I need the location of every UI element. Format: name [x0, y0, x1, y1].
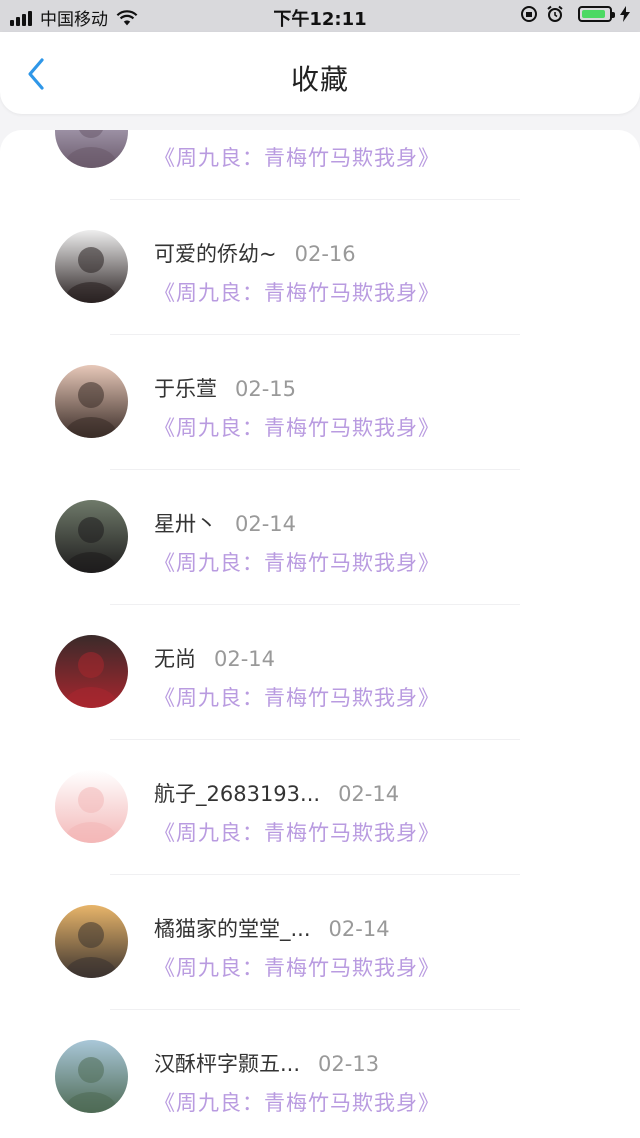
item-header: 无尚 02-14 [154, 643, 275, 673]
battery-level [582, 10, 605, 18]
list-item[interactable]: 可爱的侨幼~ 02-16 《周九良：青梅竹马欺我身》 [0, 200, 640, 335]
book-title-link[interactable]: 《周九良：青梅竹马欺我身》 [154, 277, 440, 307]
item-date: 02-14 [338, 782, 400, 806]
book-title-link[interactable]: 《周九良：青梅竹马欺我身》 [154, 682, 440, 712]
nav-header: 收藏 [0, 32, 640, 114]
username[interactable]: 于乐萱 [154, 377, 217, 401]
username[interactable]: 橘猫家的堂堂_... [154, 917, 311, 941]
avatar-image [55, 770, 128, 843]
page-title: 收藏 [290, 63, 349, 96]
list-item[interactable]: 于乐萱 02-15 《周九良：青梅竹马欺我身》 [0, 335, 640, 470]
item-date: 02-14 [235, 512, 297, 536]
charging-icon [620, 6, 630, 22]
item-header: 汉酥枰字颢五... 02-13 [154, 1048, 379, 1078]
avatar[interactable] [55, 770, 128, 843]
username[interactable]: 汉酥枰字颢五... [154, 1052, 300, 1076]
book-title-link[interactable]: 《周九良：青梅竹马欺我身》 [154, 1087, 440, 1117]
battery-icon [578, 6, 615, 22]
list-item[interactable]: 无尚 02-14 《周九良：青梅竹马欺我身》 [0, 605, 640, 740]
avatar-image [55, 500, 128, 573]
avatar-image [55, 130, 128, 168]
username[interactable]: 可爱的侨幼~ [154, 242, 277, 266]
avatar[interactable] [55, 365, 128, 438]
status-bar: 中国移动 下午12:11 [0, 0, 640, 32]
item-date: 02-15 [235, 377, 297, 401]
book-title-link[interactable]: 《周九良：青梅竹马欺我身》 [154, 142, 440, 172]
orientation-lock-icon [521, 6, 537, 22]
avatar[interactable] [55, 905, 128, 978]
item-header: 可爱的侨幼~ 02-16 [154, 238, 356, 268]
username[interactable]: 航子_2683193... [154, 782, 320, 806]
alarm-icon [547, 5, 563, 22]
list-item[interactable]: 星卅丶 02-14 《周九良：青梅竹马欺我身》 [0, 470, 640, 605]
item-header: 星卅丶 02-14 [154, 508, 296, 538]
list-item[interactable]: Hquenn02-16《周九良：青梅竹马欺我身》 [0, 130, 640, 200]
item-header: 航子_2683193... 02-14 [154, 778, 399, 808]
list-item[interactable]: 汉酥枰字颢五... 02-13 《周九良：青梅竹马欺我身》 [0, 1010, 640, 1138]
book-title-link[interactable]: 《周九良：青梅竹马欺我身》 [154, 817, 440, 847]
avatar[interactable] [55, 635, 128, 708]
username[interactable]: 无尚 [154, 647, 196, 671]
item-date: 02-14 [328, 917, 390, 941]
avatar-image [55, 230, 128, 303]
book-title-link[interactable]: 《周九良：青梅竹马欺我身》 [154, 952, 440, 982]
avatar-image [55, 905, 128, 978]
favorites-list[interactable]: Hquenn02-16《周九良：青梅竹马欺我身》可爱的侨幼~ 02-16 《周九良：… [0, 130, 640, 1138]
item-header: 于乐萱 02-15 [154, 373, 296, 403]
avatar[interactable] [55, 130, 128, 168]
item-header: 橘猫家的堂堂_... 02-14 [154, 913, 390, 943]
status-right [512, 5, 630, 23]
item-date: 02-16 [294, 242, 356, 266]
avatar[interactable] [55, 230, 128, 303]
book-title-link[interactable]: 《周九良：青梅竹马欺我身》 [154, 547, 440, 577]
avatar-image [55, 1040, 128, 1113]
avatar[interactable] [55, 500, 128, 573]
book-title-link[interactable]: 《周九良：青梅竹马欺我身》 [154, 412, 440, 442]
item-date: 02-14 [214, 647, 276, 671]
avatar[interactable] [55, 1040, 128, 1113]
list-item[interactable]: 航子_2683193... 02-14 《周九良：青梅竹马欺我身》 [0, 740, 640, 875]
list-item[interactable]: 橘猫家的堂堂_... 02-14 《周九良：青梅竹马欺我身》 [0, 875, 640, 1010]
item-date: 02-13 [318, 1052, 380, 1076]
username[interactable]: 星卅丶 [154, 512, 217, 536]
avatar-image [55, 635, 128, 708]
avatar-image [55, 365, 128, 438]
